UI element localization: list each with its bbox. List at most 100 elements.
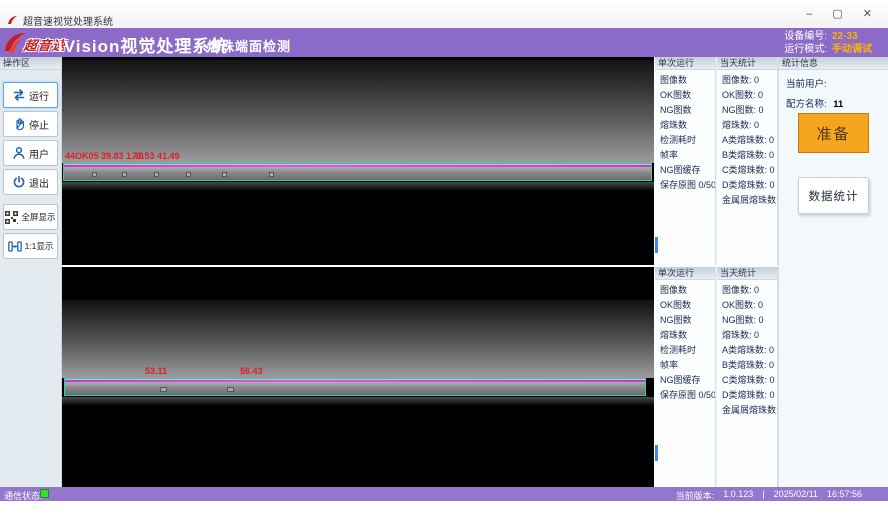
user-icon bbox=[12, 146, 26, 160]
current-user-label: 当前用户: bbox=[786, 79, 827, 90]
stat-row: 图像数: 0 bbox=[717, 73, 777, 88]
data-statistics-button[interactable]: 数据统计 bbox=[798, 177, 869, 214]
detection-edge-line bbox=[65, 380, 645, 382]
stats-group-bottom: 单次运行 图像数 OK图数 NG图数 熔珠数 检测耗时 帧率 NG图缓存 保存原… bbox=[655, 267, 778, 487]
prepare-button[interactable]: 准备 bbox=[798, 113, 869, 153]
info-panel-title: 统计信息 bbox=[779, 57, 888, 70]
single-run-panel: 单次运行 图像数 OK图数 NG图数 熔珠数 检测耗时 帧率 NG图缓存 保存原… bbox=[655, 57, 716, 265]
stat-row: D类熔珠数: 0 bbox=[717, 178, 777, 193]
run-mode-value: 手动调试 bbox=[832, 43, 872, 56]
comm-status-indicator bbox=[40, 489, 49, 498]
exit-button[interactable]: 退出 bbox=[3, 169, 58, 195]
device-info: 设备编号: 22-33 运行模式: 手动调试 bbox=[784, 30, 872, 56]
run-button[interactable]: 运行 bbox=[3, 82, 58, 108]
stat-row: 熔珠数: 0 bbox=[717, 118, 777, 133]
recipe-name-label: 配方名称: bbox=[786, 99, 827, 110]
measurement-annotation: 56.43 bbox=[240, 366, 263, 376]
one-to-one-button-label: 1:1显示 bbox=[25, 240, 54, 252]
one-to-one-icon bbox=[8, 240, 22, 253]
status-date: 2025/02/11 bbox=[774, 489, 818, 502]
stat-row: 图像数 bbox=[655, 73, 715, 88]
version-label: 当前版本: bbox=[676, 489, 715, 502]
stat-row: C类熔珠数: 0 bbox=[717, 373, 777, 388]
stat-row: NG图数 bbox=[655, 103, 715, 118]
camera-viewport-top[interactable]: 44OK05 39.83 1.49 71.53 41.49 bbox=[62, 57, 654, 265]
splitter-handle[interactable] bbox=[655, 445, 658, 461]
image-background bbox=[62, 60, 654, 163]
app-logo-icon bbox=[7, 15, 18, 26]
stat-row: 帧率 bbox=[655, 148, 715, 163]
status-time: 16:57:56 bbox=[827, 489, 862, 502]
detected-bead-strip bbox=[63, 163, 652, 181]
user-button-label: 用户 bbox=[29, 146, 49, 161]
image-shadow bbox=[62, 397, 654, 406]
stat-row: 帧率 bbox=[655, 358, 715, 373]
detection-edge-line bbox=[64, 165, 651, 167]
status-separator: | bbox=[762, 489, 764, 502]
status-bar: 通信状态: 当前版本: 1.0.123 | 2025/02/11 16:57:5… bbox=[0, 487, 888, 501]
window-title: 超音速视觉处理系统 bbox=[23, 13, 113, 28]
stat-row: 金属屑熔珠数: 0 bbox=[717, 193, 777, 208]
device-id-label: 设备编号: bbox=[784, 30, 827, 43]
daily-stats-panel: 当天统计 图像数: 0 OK图数: 0 NG图数: 0 熔珠数: 0 A类熔珠数… bbox=[717, 57, 778, 265]
run-mode-label: 运行模式: bbox=[784, 43, 827, 56]
maximize-button[interactable]: ▢ bbox=[832, 8, 842, 20]
stat-row: D类熔珠数: 0 bbox=[717, 388, 777, 403]
stat-row: C类熔珠数: 0 bbox=[717, 163, 777, 178]
minimize-button[interactable]: – bbox=[806, 8, 812, 20]
stat-row: 保存原图 0/500 bbox=[655, 388, 715, 403]
stat-row: 熔珠数 bbox=[655, 118, 715, 133]
current-user-value bbox=[827, 79, 831, 90]
stat-row: OK图数: 0 bbox=[717, 88, 777, 103]
daily-stats-title: 当天统计 bbox=[717, 267, 777, 280]
comm-status-label: 通信状态: bbox=[4, 489, 43, 502]
single-run-title: 单次运行 bbox=[655, 57, 715, 70]
operation-sidebar: 操作区 运行 停止 用户 退出 bbox=[0, 57, 62, 487]
recipe-name-value: 11 bbox=[829, 99, 843, 110]
os-titlebar: 超音速视觉处理系统 – ▢ ✕ bbox=[0, 0, 888, 28]
stat-row: NG图数: 0 bbox=[717, 313, 777, 328]
user-button[interactable]: 用户 bbox=[3, 140, 58, 166]
stat-row: OK图数 bbox=[655, 88, 715, 103]
stat-row: OK图数 bbox=[655, 298, 715, 313]
sidebar-title: 操作区 bbox=[0, 57, 61, 70]
run-icon bbox=[12, 88, 26, 102]
image-shadow bbox=[62, 182, 654, 191]
stat-row: 熔珠数: 0 bbox=[717, 328, 777, 343]
stop-button-label: 停止 bbox=[29, 117, 49, 132]
exit-button-label: 退出 bbox=[29, 175, 49, 190]
fullscreen-button[interactable]: 全屏显示 bbox=[3, 204, 58, 230]
stat-row: 金属屑熔珠数: 0 bbox=[717, 403, 777, 418]
app-title: IVision视觉处理系统 bbox=[58, 32, 228, 57]
close-button[interactable]: ✕ bbox=[863, 8, 872, 20]
stop-button[interactable]: 停止 bbox=[3, 111, 58, 137]
single-run-title: 单次运行 bbox=[655, 267, 715, 280]
measurement-annotation: 53.11 bbox=[145, 366, 167, 376]
run-button-label: 运行 bbox=[29, 88, 49, 103]
stat-row: NG图缓存 bbox=[655, 163, 715, 178]
single-run-panel: 单次运行 图像数 OK图数 NG图数 熔珠数 检测耗时 帧率 NG图缓存 保存原… bbox=[655, 267, 716, 487]
stats-group-top: 单次运行 图像数 OK图数 NG图数 熔珠数 检测耗时 帧率 NG图缓存 保存原… bbox=[655, 57, 778, 265]
stat-row: A类熔珠数: 0 bbox=[717, 343, 777, 358]
camera-viewport-bottom[interactable]: 53.11 56.43 bbox=[62, 267, 654, 487]
daily-stats-title: 当天统计 bbox=[717, 57, 777, 70]
splitter-handle[interactable] bbox=[655, 237, 658, 253]
stat-row: NG图数: 0 bbox=[717, 103, 777, 118]
measurement-annotation: 71.53 41.49 bbox=[132, 151, 180, 161]
stat-row: 图像数: 0 bbox=[717, 283, 777, 298]
stat-row: 保存原图 0/500 bbox=[655, 178, 715, 193]
statistics-info-panel: 统计信息 当前用户: 配方名称: 11 准备 数据统计 bbox=[778, 57, 888, 487]
stat-row: 图像数 bbox=[655, 283, 715, 298]
stat-row: 检测耗时 bbox=[655, 133, 715, 148]
power-icon bbox=[12, 175, 26, 189]
stat-row: OK图数: 0 bbox=[717, 298, 777, 313]
stat-row: B类熔珠数: 0 bbox=[717, 358, 777, 373]
stat-row: 熔珠数 bbox=[655, 328, 715, 343]
device-id-value: 22-33 bbox=[832, 30, 858, 43]
stat-row: A类熔珠数: 0 bbox=[717, 133, 777, 148]
stop-hand-icon bbox=[12, 117, 26, 131]
one-to-one-button[interactable]: 1:1显示 bbox=[3, 233, 58, 259]
version-value: 1.0.123 bbox=[723, 489, 753, 502]
daily-stats-panel: 当天统计 图像数: 0 OK图数: 0 NG图数: 0 熔珠数: 0 A类熔珠数… bbox=[717, 267, 778, 487]
app-header: 超音速 IVision视觉处理系统 熔珠端面检测 配方 设置 外侧相机 内侧相机… bbox=[0, 28, 888, 57]
